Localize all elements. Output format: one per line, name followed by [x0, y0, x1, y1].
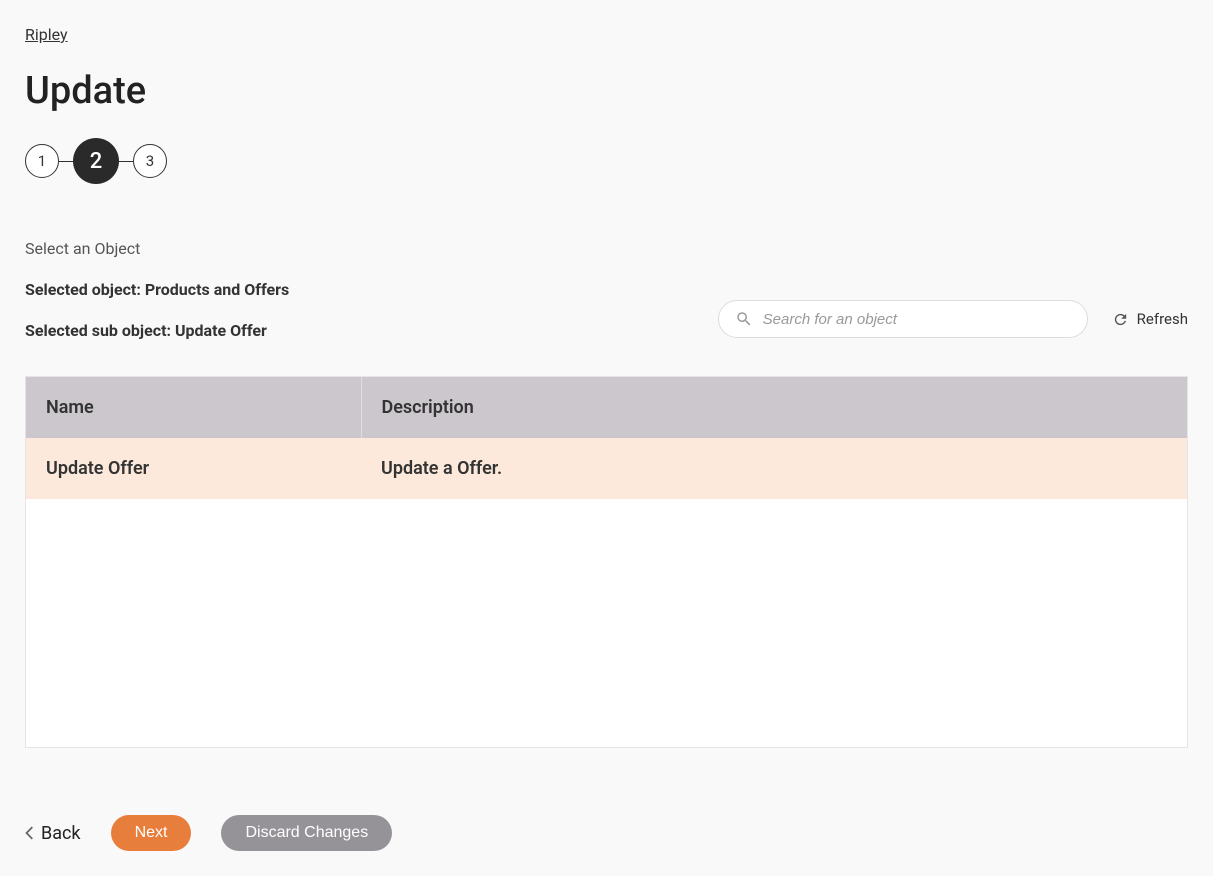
- back-label: Back: [41, 823, 81, 844]
- table-cell-description: Update a Offer.: [361, 438, 1187, 499]
- selected-object-text: Selected object: Products and Offers: [25, 280, 1188, 299]
- breadcrumb-root-link[interactable]: Ripley: [25, 25, 68, 44]
- object-table-container: Name Description Update Offer Update a O…: [25, 376, 1188, 748]
- step-connector: [119, 161, 133, 162]
- refresh-button[interactable]: Refresh: [1112, 310, 1188, 328]
- step-1[interactable]: 1: [25, 144, 59, 178]
- table-row[interactable]: Update Offer Update a Offer.: [26, 438, 1187, 499]
- table-header-name: Name: [26, 377, 361, 438]
- back-button[interactable]: Back: [25, 823, 81, 844]
- search-input[interactable]: [763, 311, 1071, 328]
- refresh-icon: [1112, 311, 1129, 328]
- page-title: Update: [25, 69, 1188, 113]
- search-box[interactable]: [718, 300, 1088, 338]
- table-header-description: Description: [361, 377, 1187, 438]
- footer-actions: Back Next Discard Changes: [25, 815, 392, 851]
- next-button[interactable]: Next: [111, 815, 192, 851]
- chevron-left-icon: [25, 826, 35, 840]
- step-2[interactable]: 2: [73, 138, 119, 184]
- search-icon: [735, 310, 753, 328]
- object-table: Name Description Update Offer Update a O…: [26, 377, 1187, 499]
- stepper: 1 2 3: [25, 138, 1188, 184]
- step-3[interactable]: 3: [133, 144, 167, 178]
- refresh-label: Refresh: [1137, 310, 1188, 328]
- table-cell-name: Update Offer: [26, 438, 361, 499]
- section-label: Select an Object: [25, 239, 1188, 258]
- step-connector: [59, 161, 73, 162]
- discard-button[interactable]: Discard Changes: [221, 815, 392, 851]
